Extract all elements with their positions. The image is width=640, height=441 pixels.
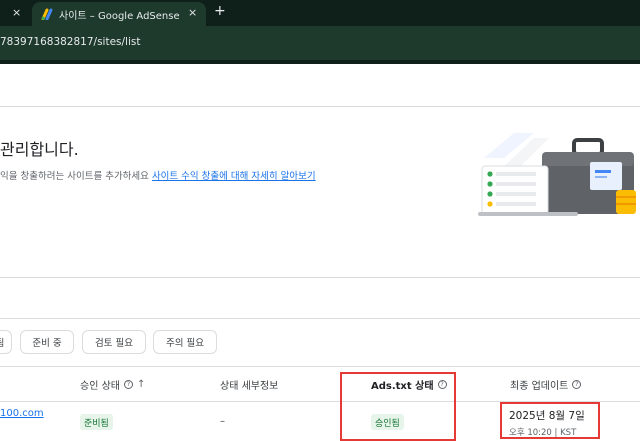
active-tab-title: 사이트 – Google AdSense [59,11,180,22]
approval-status-badge: 준비됨 [80,414,113,430]
divider [0,277,640,278]
help-icon[interactable]: ? [572,380,582,389]
briefcase-illustration [478,133,636,216]
filter-chip-preparing[interactable]: 준비 중 [20,330,74,354]
adsense-logo-icon [41,8,53,20]
filter-chip-needs-attention[interactable]: 주의 필요 [153,330,217,354]
page-headline: 관리합니다. [0,140,79,159]
browser-tab-strip: × 사이트 – Google AdSense × + [0,0,640,26]
address-bar[interactable]: 78397168382817/sites/list [0,26,640,60]
ads-txt-highlight-box [340,372,456,441]
previous-tab[interactable]: × [0,0,30,26]
plus-icon[interactable]: + [214,3,226,19]
column-header-approval-status[interactable]: 승인 상태 ? ↑ [80,377,145,392]
close-icon[interactable]: × [12,6,21,19]
column-header-status-details: 상태 세부정보 [220,377,278,392]
header-label: 최종 업데이트 [510,381,569,392]
sort-arrow-icon[interactable]: ↑ [137,379,145,390]
intro-description: 익을 창출하려는 사이트를 추가하세요 사이트 수익 창출에 대해 자세히 알아… [0,168,316,182]
divider [0,106,640,107]
toolbar-divider [0,60,640,64]
description-text: 익을 창출하려는 사이트를 추가하세요 [0,171,149,182]
filter-chip-ready[interactable]: 됨 [0,330,12,354]
close-icon[interactable]: × [188,6,197,19]
status-details-value: – [220,416,225,427]
site-link[interactable]: 100.com [0,408,44,419]
divider [0,366,640,367]
divider [0,318,640,319]
header-label: 승인 상태 [80,381,120,392]
last-updated-highlight-box [500,402,600,439]
active-tab[interactable]: 사이트 – Google AdSense × [32,2,206,26]
learn-more-link[interactable]: 사이트 수익 창출에 대해 자세히 알아보기 [152,171,316,182]
help-icon[interactable]: ? [123,380,133,389]
filter-chip-needs-review[interactable]: 검토 필요 [82,330,146,354]
url-text[interactable]: 78397168382817/sites/list [0,36,140,48]
header-label: 상태 세부정보 [220,381,279,392]
column-header-last-updated: 최종 업데이트 ? [510,377,582,392]
